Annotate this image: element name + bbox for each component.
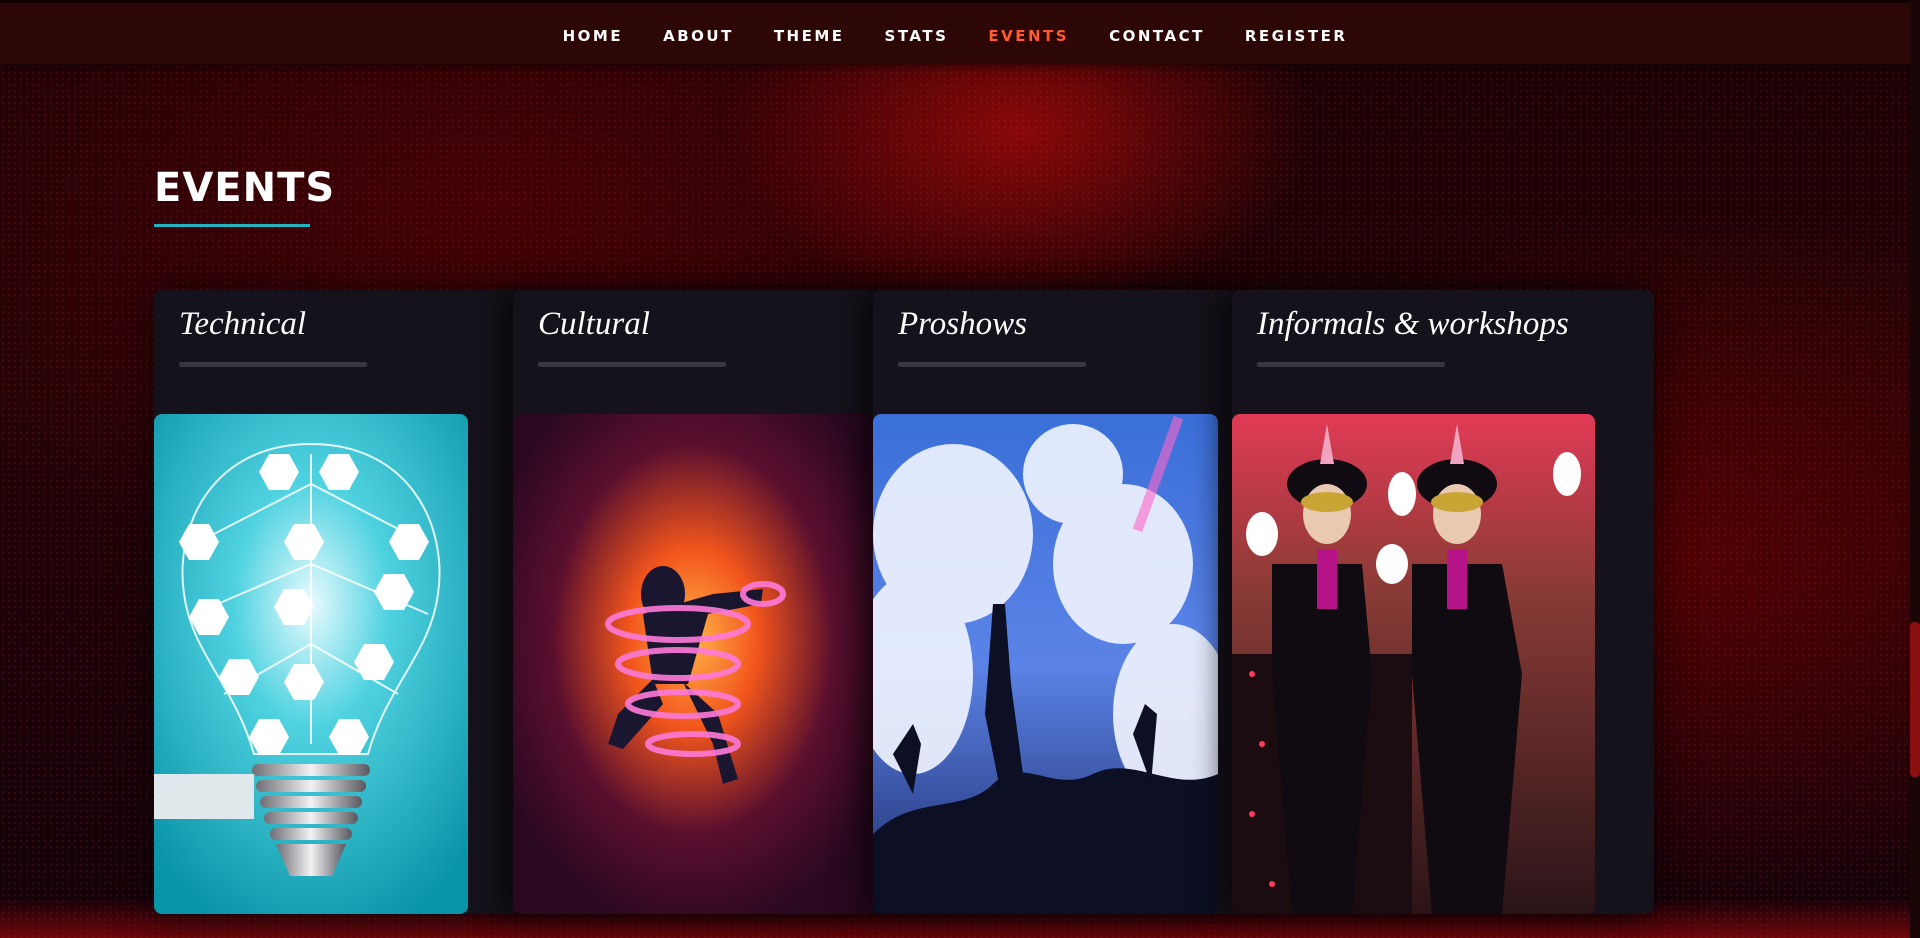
card-title-underline (898, 362, 1086, 367)
card-title: Technical (179, 306, 307, 342)
top-navigation-bar: HOME ABOUT THEME STATS EVENTS CONTACT RE… (0, 0, 1910, 64)
card-title-underline (1257, 362, 1445, 367)
event-card-informals-workshops[interactable]: Informals & workshops (1232, 290, 1654, 914)
page-scrollbar[interactable] (1910, 0, 1920, 938)
nav-item-theme[interactable]: THEME (774, 27, 845, 45)
event-card-proshows[interactable]: Proshows (873, 290, 1233, 914)
nav-menu: HOME ABOUT THEME STATS EVENTS CONTACT RE… (0, 3, 1910, 67)
card-title-underline (538, 362, 726, 367)
card-title: Informals & workshops (1257, 306, 1569, 342)
section-title-underline (154, 224, 310, 227)
nav-item-register[interactable]: REGISTER (1245, 27, 1348, 45)
section-title: EVENTS (154, 165, 336, 211)
nav-item-stats[interactable]: STATS (885, 27, 949, 45)
event-card-technical[interactable]: Technical (154, 290, 514, 914)
event-card-cultural[interactable]: Cultural (513, 290, 873, 914)
card-title: Cultural (538, 306, 650, 342)
card-title: Proshows (898, 306, 1027, 342)
nav-item-contact[interactable]: CONTACT (1109, 27, 1205, 45)
nav-item-events[interactable]: EVENTS (988, 27, 1069, 45)
lightbulb-science-icons-image[interactable] (154, 414, 468, 914)
card-title-underline (179, 362, 367, 367)
nav-item-home[interactable]: HOME (563, 27, 623, 45)
scrollbar-thumb[interactable] (1910, 622, 1920, 777)
fire-dancer-image[interactable] (513, 414, 873, 914)
concert-crowd-image[interactable] (873, 414, 1218, 914)
jesters-image[interactable] (1232, 414, 1595, 914)
nav-item-about[interactable]: ABOUT (663, 27, 734, 45)
